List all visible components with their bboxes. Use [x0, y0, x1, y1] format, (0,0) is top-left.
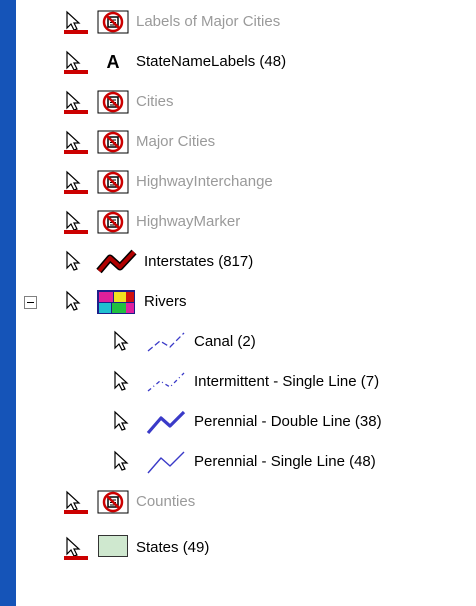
layer-row[interactable]: A StateNameLabels (48)	[64, 44, 286, 80]
layer-label: HighwayMarker	[136, 213, 241, 230]
selectable-off-icon[interactable]	[64, 210, 88, 234]
no-label-icon	[96, 209, 130, 235]
rivers-group-icon	[96, 289, 138, 315]
interstate-line-icon	[96, 249, 138, 275]
layer-label: Intermittent - Single Line (7)	[194, 373, 380, 390]
selectable-off-icon[interactable]	[64, 10, 88, 34]
layer-label: StateNameLabels (48)	[136, 53, 287, 70]
selectable-icon[interactable]	[112, 330, 136, 354]
layer-label: Rivers	[144, 293, 187, 310]
layer-label: Canal (2)	[194, 333, 256, 350]
layer-row[interactable]: States (49)	[64, 530, 209, 566]
thick-line-icon	[144, 409, 188, 435]
no-label-icon	[96, 9, 130, 35]
layer-label: States (49)	[136, 539, 210, 556]
selectable-off-icon[interactable]	[64, 130, 88, 154]
layer-label: Major Cities	[136, 133, 216, 150]
layer-row[interactable]: Cities	[64, 84, 174, 120]
no-label-icon	[96, 89, 130, 115]
selectable-icon[interactable]	[112, 450, 136, 474]
selectable-off-icon[interactable]	[64, 490, 88, 514]
layer-row[interactable]: HighwayInterchange	[64, 164, 273, 200]
selectable-icon[interactable]	[112, 410, 136, 434]
layer-row[interactable]: Major Cities	[64, 124, 215, 160]
layer-row[interactable]: Counties	[64, 484, 195, 520]
no-label-icon	[96, 489, 130, 515]
text-a-icon: A	[106, 52, 120, 72]
layer-list-panel: Labels of Major Cities A StateNameLabels …	[16, 0, 476, 606]
layer-row[interactable]: Intermittent - Single Line (7)	[112, 364, 379, 400]
selectable-off-icon[interactable]	[64, 170, 88, 194]
thin-line-icon	[144, 449, 188, 475]
layer-row[interactable]: Labels of Major Cities	[64, 4, 280, 40]
layer-label: Labels of Major Cities	[136, 13, 281, 30]
layer-row[interactable]: Perennial - Single Line (48)	[112, 444, 376, 480]
state-patch-icon	[96, 535, 130, 561]
layer-row[interactable]: Rivers	[64, 284, 187, 320]
selectable-icon[interactable]	[112, 370, 136, 394]
layer-row[interactable]: Canal (2)	[112, 324, 256, 360]
layer-label: Interstates (817)	[144, 253, 254, 270]
no-label-icon	[96, 169, 130, 195]
selectable-off-icon[interactable]	[64, 536, 88, 560]
layer-label: Perennial - Double Line (38)	[194, 413, 382, 430]
layer-label: Counties	[136, 493, 196, 510]
dot-line-icon	[144, 369, 188, 395]
no-label-icon	[96, 129, 130, 155]
collapse-icon[interactable]	[24, 296, 37, 309]
layer-label: Cities	[136, 93, 174, 110]
dash-line-icon	[144, 329, 188, 355]
selectable-off-icon[interactable]	[64, 50, 88, 74]
layer-row[interactable]: HighwayMarker	[64, 204, 240, 240]
layer-row[interactable]: Interstates (817)	[64, 244, 253, 280]
selectable-icon[interactable]	[64, 290, 88, 314]
selectable-icon[interactable]	[64, 250, 88, 274]
selectable-off-icon[interactable]	[64, 90, 88, 114]
layer-label: Perennial - Single Line (48)	[194, 453, 376, 470]
layer-label: HighwayInterchange	[136, 173, 273, 190]
layer-row[interactable]: Perennial - Double Line (38)	[112, 404, 382, 440]
